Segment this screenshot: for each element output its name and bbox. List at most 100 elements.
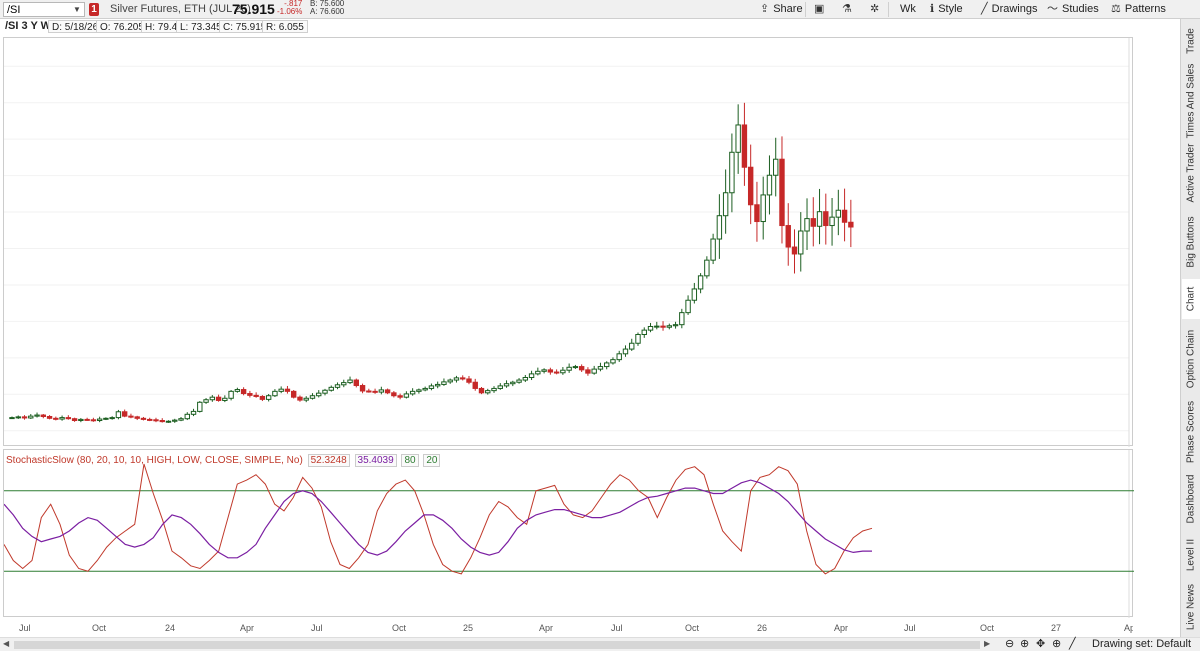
candle (729, 133, 735, 213)
sidebar-tab-live-news[interactable]: Live News (1182, 579, 1200, 635)
drawing-tool-icon[interactable]: ╱ (1069, 637, 1076, 650)
candle (53, 416, 59, 421)
candle (140, 416, 147, 421)
candle-body (616, 353, 622, 361)
drawing-set-label[interactable]: Drawing set: Default (1092, 638, 1191, 650)
sidebar-tab-label: Live News (1185, 583, 1197, 631)
candle-body (672, 324, 679, 327)
ohlc-info-bar: /SI 3 Y W D: 5/18/26 O: 76.205 H: 79.4 L… (0, 19, 1133, 35)
candle-body (65, 417, 72, 420)
time-axis-tick: Oct (980, 623, 995, 633)
time-axis-tick: Oct (392, 623, 407, 633)
crosshair-icon[interactable]: ⊕ (1052, 637, 1061, 650)
zoom-in-icon[interactable]: ⊕ (1020, 637, 1029, 650)
style-button[interactable]: ℹ Style (930, 0, 963, 19)
settings-button[interactable]: ✲ (870, 0, 883, 19)
candle-body (823, 211, 829, 227)
candle (247, 390, 253, 398)
sidebar-tab-trade[interactable]: Trade (1182, 21, 1200, 61)
candle-body (622, 348, 629, 355)
candle (40, 413, 46, 419)
candle-body (103, 417, 109, 420)
candle-body (660, 325, 666, 328)
symbol-dropdown-icon[interactable]: ▼ (71, 3, 83, 16)
candle-body (291, 390, 297, 398)
candle (848, 199, 854, 248)
price-chart-canvas[interactable]: 2030405060708090100110120 (4, 38, 1152, 447)
candle (447, 378, 453, 384)
price-chart[interactable]: 2030405060708090100110120 (3, 37, 1152, 447)
candle-body (629, 342, 635, 350)
candle-body (641, 329, 647, 336)
drawings-button[interactable]: ╱ Drawings (981, 0, 1037, 19)
stochastic-pane[interactable]: 80 20 52.3248 35.4039 StochasticSlow (80, 2… (3, 449, 1175, 618)
candle (9, 416, 15, 420)
candle-body (716, 215, 723, 240)
candle (560, 367, 566, 375)
candle (810, 197, 816, 247)
candle (654, 321, 660, 330)
zoom-out-icon[interactable]: ⊖ (1005, 637, 1014, 650)
candle (259, 395, 266, 402)
candle-body (84, 418, 90, 421)
candle (278, 386, 284, 394)
candle (284, 385, 291, 394)
candle-body (497, 385, 503, 389)
bar-date: D: 5/18/26 (48, 20, 103, 33)
candle (441, 378, 447, 386)
time-axis-tick: Apr (240, 623, 254, 633)
scroll-right-icon[interactable]: ▶ (984, 639, 990, 648)
candle (359, 383, 366, 394)
patterns-icon: ⚖ (1111, 3, 1121, 15)
sidebar-tab-dashboard[interactable]: Dashboard (1182, 467, 1200, 531)
time-axis-canvas: Jul Oct 24 Apr Jul Oct 25 Apr Jul Oct 26 Apr Jul Oct 2… (19, 623, 1138, 633)
time-axis-tick: 27 (1051, 623, 1061, 633)
horizontal-scrollbar[interactable] (14, 641, 980, 649)
sidebar-tab-phase-scores[interactable]: Phase Scores (1182, 399, 1200, 465)
snapshot-button[interactable]: ▣ (814, 0, 828, 19)
sidebar-tab-active-trader[interactable]: Active Trader (1182, 141, 1200, 205)
sidebar-tab-chart[interactable]: Chart (1182, 279, 1200, 319)
candle-body (722, 192, 729, 217)
candle-body (247, 393, 253, 396)
candle (785, 203, 791, 266)
chart-title[interactable]: /SI 3 Y W (2, 20, 54, 33)
stochastic-canvas[interactable]: 80 20 52.3248 35.4039 (3, 450, 1175, 618)
sidebar-tab-level-ii[interactable]: Level II (1182, 533, 1200, 577)
sidebar-tab-times-and-sales[interactable]: Times And Sales (1182, 63, 1200, 139)
stochastic-study-label[interactable]: StochasticSlow (80, 20, 10, 10, HIGH, LO… (6, 455, 303, 466)
flask-icon: ⚗ (842, 3, 852, 15)
sidebar-tab-option-chain[interactable]: Option Chain (1182, 321, 1200, 397)
patterns-button[interactable]: ⚖ Patterns (1111, 0, 1166, 19)
share-button[interactable]: ⇪ Share (760, 0, 803, 19)
candle-body (747, 166, 754, 206)
time-axis-tick: 26 (757, 623, 767, 633)
studies-button[interactable]: 〜 Studies (1047, 0, 1099, 19)
candle (366, 388, 372, 393)
candle (472, 378, 478, 391)
candle-body (679, 312, 685, 326)
candle-body (297, 396, 303, 401)
candle (660, 321, 666, 331)
pan-icon[interactable]: ✥ (1036, 637, 1045, 650)
candle-body (353, 379, 360, 387)
candle (697, 273, 704, 294)
sidebar-tab-big-buttons[interactable]: Big Buttons (1182, 207, 1200, 277)
divider (888, 2, 889, 17)
candle-body (798, 230, 804, 255)
candle (666, 323, 672, 330)
candle (604, 361, 610, 370)
sidebar-tab-label: Chart (1185, 286, 1197, 312)
candle-body (741, 124, 748, 168)
candle-body (491, 387, 497, 392)
candle-body (172, 419, 178, 422)
scroll-left-icon[interactable]: ◀ (3, 639, 9, 648)
candle-body (472, 381, 478, 389)
alert-badge[interactable]: 1 (89, 3, 99, 16)
flask-button[interactable]: ⚗ (842, 0, 856, 19)
candle (103, 417, 109, 421)
time-axis-tick: Oct (92, 623, 107, 633)
timeframe-button[interactable]: Wk (900, 0, 916, 19)
candle (572, 364, 579, 369)
studies-icon: 〜 (1047, 3, 1058, 15)
